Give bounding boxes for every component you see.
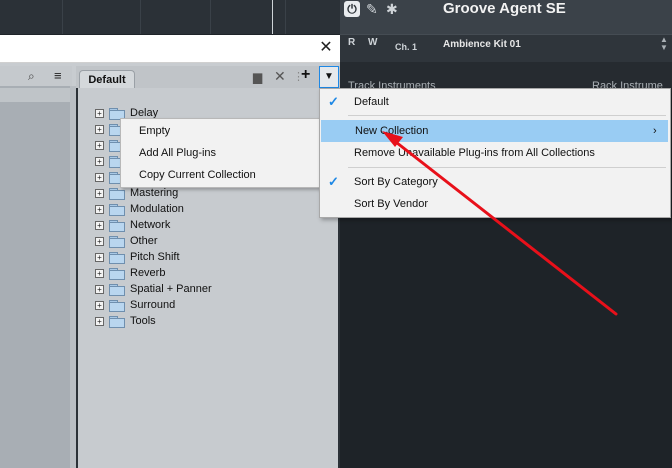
annotation-arrow (382, 131, 618, 316)
